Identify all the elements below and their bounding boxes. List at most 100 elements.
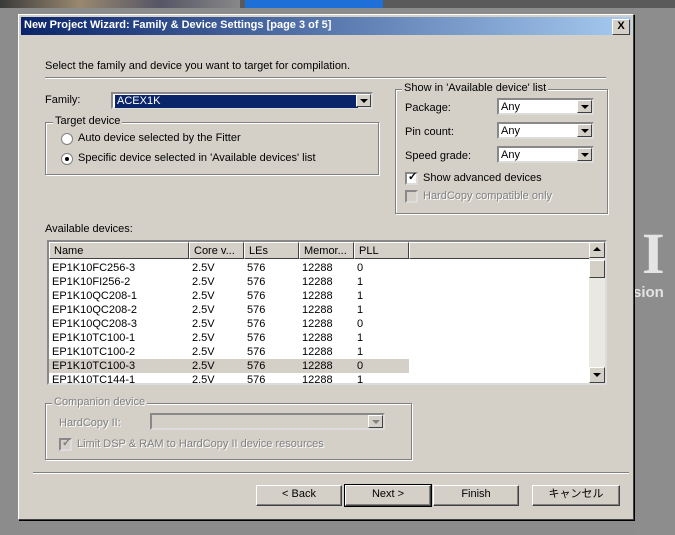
pin-count-value: Any (501, 125, 520, 137)
divider (45, 77, 606, 79)
close-icon: X (617, 20, 625, 32)
cell-device-name: EP1K10TC100-3 (52, 360, 136, 372)
cell-core-voltage: 2.5V (192, 276, 215, 288)
auto-device-label[interactable]: Auto device selected by the Fitter (78, 132, 241, 144)
hardcopy-ii-select[interactable] (150, 413, 385, 430)
cell-les: 576 (247, 374, 266, 385)
scroll-thumb[interactable] (589, 260, 605, 278)
hardcopy-ii-label: HardCopy II: (59, 417, 121, 429)
cell-pll: 1 (357, 276, 364, 288)
companion-device-group (45, 403, 412, 460)
desktop-strip (0, 0, 675, 8)
table-row[interactable]: EP1K10TC100-2 2.5V 576 12288 1 (49, 345, 409, 359)
column-header-name[interactable]: Name (49, 242, 189, 259)
cell-core-voltage: 2.5V (192, 360, 215, 372)
cell-core-voltage: 2.5V (192, 346, 215, 358)
column-header-pll[interactable]: PLL (354, 242, 409, 259)
family-dropdown-button[interactable] (356, 94, 371, 107)
specific-device-radio[interactable] (61, 153, 73, 165)
table-row[interactable]: EP1K10QC208-3 2.5V 576 12288 0 (49, 317, 409, 331)
speed-grade-select[interactable]: Any (497, 146, 594, 163)
cell-device-name: EP1K10FI256-2 (52, 276, 131, 288)
family-select[interactable]: ACEX1K (111, 92, 373, 109)
next-button[interactable]: Next > (344, 484, 432, 507)
chevron-down-icon (581, 129, 589, 133)
pin-count-dropdown-button[interactable] (577, 124, 592, 137)
table-row[interactable]: EP1K10QC208-2 2.5V 576 12288 1 (49, 303, 409, 317)
package-select[interactable]: Any (497, 98, 594, 115)
cell-pll: 1 (357, 374, 364, 385)
cell-les: 576 (247, 304, 266, 316)
cell-memory: 12288 (302, 276, 333, 288)
cell-memory: 12288 (302, 304, 333, 316)
table-row[interactable]: EP1K10FI256-2 2.5V 576 12288 1 (49, 275, 409, 289)
companion-device-label: Companion device (52, 396, 148, 408)
back-button[interactable]: < Back (256, 485, 342, 506)
cell-les: 576 (247, 262, 266, 274)
hardcopy-compatible-label: HardCopy compatible only (423, 190, 553, 202)
close-button[interactable]: X (612, 19, 630, 35)
chevron-down-icon (581, 105, 589, 109)
radio-selected-dot (65, 157, 69, 161)
cell-pll: 1 (357, 346, 364, 358)
cell-pll: 0 (357, 262, 364, 274)
chevron-down-icon (372, 420, 380, 424)
cell-device-name: EP1K10TC144-1 (52, 374, 136, 385)
vertical-scrollbar[interactable] (589, 242, 605, 383)
window-title: New Project Wizard: Family & Device Sett… (24, 19, 332, 31)
background-text: sion (633, 284, 664, 301)
speed-grade-label: Speed grade: (405, 150, 472, 162)
check-icon: ✓ (408, 171, 418, 183)
available-devices-list[interactable]: Name Core v... LEs Memor... PLL EP1K10FC… (47, 240, 607, 385)
target-device-label: Target device (53, 115, 123, 127)
cell-device-name: EP1K10QC208-2 (52, 304, 137, 316)
limit-dsp-ram-checkbox[interactable]: ✓ (59, 437, 72, 451)
check-icon: ✓ (62, 437, 72, 449)
column-header-filler (409, 242, 593, 259)
scroll-down-button[interactable] (589, 367, 605, 383)
cell-core-voltage: 2.5V (192, 318, 215, 330)
cell-memory: 12288 (302, 360, 333, 372)
show-advanced-label[interactable]: Show advanced devices (423, 172, 542, 184)
target-device-group (45, 122, 379, 175)
desktop-image (0, 0, 240, 8)
finish-button[interactable]: Finish (433, 485, 519, 506)
show-advanced-checkbox[interactable]: ✓ (405, 171, 418, 185)
table-row[interactable]: EP1K10QC208-1 2.5V 576 12288 1 (49, 289, 409, 303)
column-header-memory[interactable]: Memor... (299, 242, 354, 259)
pin-count-select[interactable]: Any (497, 122, 594, 139)
auto-device-radio[interactable] (61, 133, 73, 145)
scroll-up-button[interactable] (589, 242, 605, 258)
hardcopy-compatible-checkbox[interactable] (405, 190, 418, 203)
cell-core-voltage: 2.5V (192, 332, 215, 344)
specific-device-label[interactable]: Specific device selected in 'Available d… (78, 152, 316, 164)
cancel-button[interactable]: キャンセル (532, 485, 620, 506)
cell-les: 576 (247, 318, 266, 330)
table-row[interactable]: EP1K10TC100-3 2.5V 576 12288 0 (49, 359, 409, 373)
package-dropdown-button[interactable] (577, 100, 592, 113)
cell-device-name: EP1K10TC100-2 (52, 346, 136, 358)
limit-dsp-ram-label: Limit DSP & RAM to HardCopy II device re… (77, 438, 324, 450)
title-bar[interactable]: New Project Wizard: Family & Device Sett… (21, 17, 631, 35)
speed-grade-dropdown-button[interactable] (577, 148, 592, 161)
wizard-dialog: New Project Wizard: Family & Device Sett… (18, 14, 634, 520)
list-header: Name Core v... LEs Memor... PLL (49, 242, 593, 259)
column-header-core-voltage[interactable]: Core v... (189, 242, 244, 259)
table-row[interactable]: EP1K10TC100-1 2.5V 576 12288 1 (49, 331, 409, 345)
cell-memory: 12288 (302, 290, 333, 302)
cell-core-voltage: 2.5V (192, 304, 215, 316)
cell-core-voltage: 2.5V (192, 374, 215, 385)
table-row[interactable]: EP1K10FC256-3 2.5V 576 12288 0 (49, 261, 409, 275)
cell-device-name: EP1K10QC208-1 (52, 290, 137, 302)
column-header-les[interactable]: LEs (244, 242, 299, 259)
cell-les: 576 (247, 360, 266, 372)
cell-core-voltage: 2.5V (192, 290, 215, 302)
package-label: Package: (405, 102, 451, 114)
family-label: Family: (45, 94, 81, 106)
list-rows: EP1K10FC256-3 2.5V 576 12288 0 EP1K10FI256-2 2… (49, 261, 409, 385)
cell-les: 576 (247, 332, 266, 344)
chevron-down-icon (360, 99, 368, 103)
hardcopy-ii-dropdown-button[interactable] (368, 415, 383, 428)
cell-les: 576 (247, 346, 266, 358)
table-row[interactable]: EP1K10TC144-1 2.5V 576 12288 1 (49, 373, 409, 385)
